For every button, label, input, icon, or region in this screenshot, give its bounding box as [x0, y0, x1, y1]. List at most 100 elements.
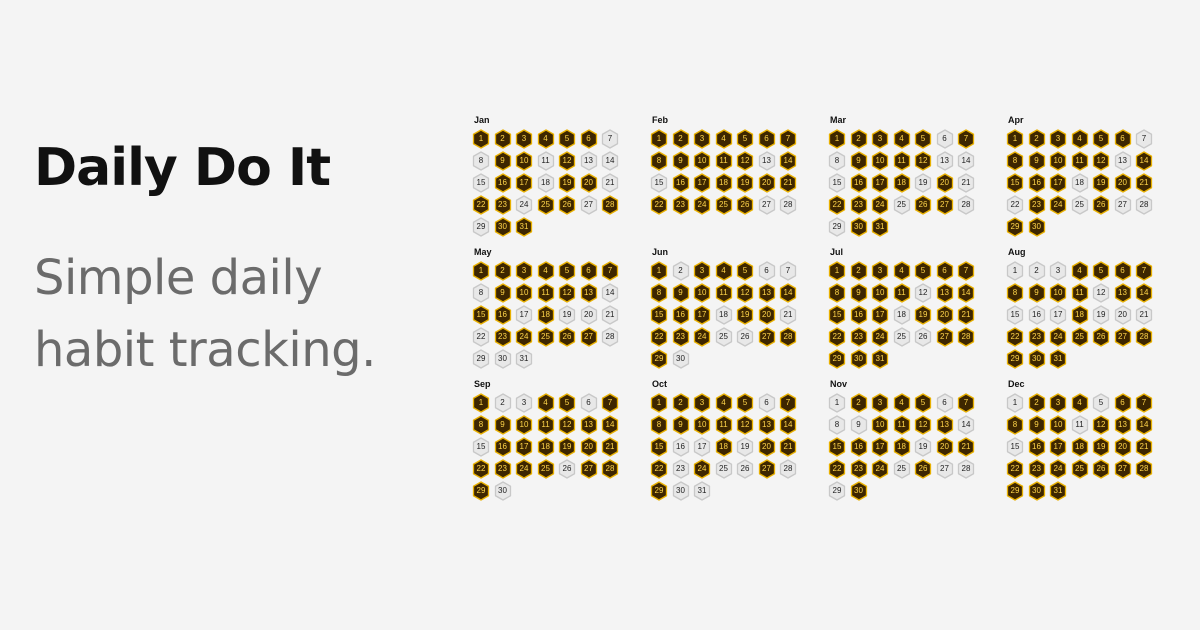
day-hex[interactable]: 26: [558, 327, 576, 347]
day-hex[interactable]: 26: [914, 195, 932, 215]
day-hex[interactable]: 8: [650, 415, 668, 435]
day-hex[interactable]: 21: [1135, 437, 1153, 457]
day-hex[interactable]: 17: [1049, 173, 1067, 193]
day-hex[interactable]: 6: [936, 129, 954, 149]
day-hex[interactable]: 3: [515, 129, 533, 149]
day-hex[interactable]: 31: [871, 217, 889, 237]
day-hex[interactable]: 2: [494, 129, 512, 149]
day-hex[interactable]: 21: [601, 437, 619, 457]
day-hex[interactable]: 5: [736, 261, 754, 281]
day-hex[interactable]: 23: [1028, 195, 1046, 215]
day-hex[interactable]: 18: [537, 305, 555, 325]
day-hex[interactable]: 9: [672, 415, 690, 435]
day-hex[interactable]: 30: [850, 349, 868, 369]
day-hex[interactable]: 19: [1092, 305, 1110, 325]
day-hex[interactable]: 10: [871, 151, 889, 171]
day-hex[interactable]: 24: [515, 195, 533, 215]
day-hex[interactable]: 24: [515, 459, 533, 479]
day-hex[interactable]: 14: [779, 283, 797, 303]
day-hex[interactable]: 3: [871, 393, 889, 413]
day-hex[interactable]: 2: [1028, 129, 1046, 149]
day-hex[interactable]: 26: [1092, 195, 1110, 215]
day-hex[interactable]: 12: [914, 415, 932, 435]
day-hex[interactable]: 2: [1028, 393, 1046, 413]
day-hex[interactable]: 6: [758, 129, 776, 149]
day-hex[interactable]: 19: [558, 305, 576, 325]
day-hex[interactable]: 22: [828, 459, 846, 479]
day-hex[interactable]: 14: [957, 151, 975, 171]
day-hex[interactable]: 7: [1135, 129, 1153, 149]
day-hex[interactable]: 12: [914, 283, 932, 303]
day-hex[interactable]: 28: [779, 459, 797, 479]
day-hex[interactable]: 19: [914, 305, 932, 325]
day-hex[interactable]: 21: [601, 173, 619, 193]
day-hex[interactable]: 25: [715, 327, 733, 347]
day-hex[interactable]: 24: [693, 327, 711, 347]
day-hex[interactable]: 18: [1071, 437, 1089, 457]
day-hex[interactable]: 12: [736, 415, 754, 435]
day-hex[interactable]: 3: [693, 261, 711, 281]
day-hex[interactable]: 27: [580, 327, 598, 347]
day-hex[interactable]: 6: [1114, 129, 1132, 149]
day-hex[interactable]: 7: [601, 393, 619, 413]
day-hex[interactable]: 13: [936, 151, 954, 171]
day-hex[interactable]: 3: [871, 129, 889, 149]
day-hex[interactable]: 10: [515, 151, 533, 171]
day-hex[interactable]: 20: [936, 305, 954, 325]
day-hex[interactable]: 16: [850, 173, 868, 193]
day-hex[interactable]: 15: [1006, 173, 1024, 193]
day-hex[interactable]: 5: [558, 129, 576, 149]
day-hex[interactable]: 3: [1049, 129, 1067, 149]
day-hex[interactable]: 7: [957, 261, 975, 281]
day-hex[interactable]: 13: [1114, 415, 1132, 435]
day-hex[interactable]: 9: [850, 151, 868, 171]
day-hex[interactable]: 22: [472, 459, 490, 479]
day-hex[interactable]: 1: [472, 393, 490, 413]
day-hex[interactable]: 19: [558, 437, 576, 457]
day-hex[interactable]: 1: [1006, 393, 1024, 413]
day-hex[interactable]: 1: [650, 393, 668, 413]
day-hex[interactable]: 13: [936, 415, 954, 435]
day-hex[interactable]: 21: [779, 305, 797, 325]
day-hex[interactable]: 24: [871, 459, 889, 479]
day-hex[interactable]: 20: [936, 437, 954, 457]
day-hex[interactable]: 30: [672, 481, 690, 501]
day-hex[interactable]: 17: [1049, 305, 1067, 325]
day-hex[interactable]: 1: [828, 129, 846, 149]
day-hex[interactable]: 29: [472, 349, 490, 369]
day-hex[interactable]: 4: [1071, 129, 1089, 149]
day-hex[interactable]: 16: [1028, 437, 1046, 457]
day-hex[interactable]: 7: [601, 129, 619, 149]
day-hex[interactable]: 13: [580, 415, 598, 435]
day-hex[interactable]: 8: [472, 151, 490, 171]
day-hex[interactable]: 4: [537, 261, 555, 281]
day-hex[interactable]: 21: [957, 305, 975, 325]
day-hex[interactable]: 8: [650, 151, 668, 171]
day-hex[interactable]: 8: [828, 415, 846, 435]
day-hex[interactable]: 21: [1135, 305, 1153, 325]
day-hex[interactable]: 12: [558, 151, 576, 171]
day-hex[interactable]: 25: [715, 459, 733, 479]
day-hex[interactable]: 12: [914, 151, 932, 171]
day-hex[interactable]: 5: [1092, 129, 1110, 149]
day-hex[interactable]: 27: [758, 459, 776, 479]
day-hex[interactable]: 22: [472, 327, 490, 347]
day-hex[interactable]: 14: [957, 283, 975, 303]
day-hex[interactable]: 22: [1006, 459, 1024, 479]
day-hex[interactable]: 26: [558, 459, 576, 479]
day-hex[interactable]: 30: [494, 349, 512, 369]
day-hex[interactable]: 5: [914, 393, 932, 413]
day-hex[interactable]: 6: [580, 261, 598, 281]
day-hex[interactable]: 17: [871, 305, 889, 325]
day-hex[interactable]: 28: [1135, 195, 1153, 215]
day-hex[interactable]: 13: [758, 151, 776, 171]
day-hex[interactable]: 19: [914, 173, 932, 193]
day-hex[interactable]: 11: [715, 415, 733, 435]
day-hex[interactable]: 23: [494, 459, 512, 479]
day-hex[interactable]: 4: [537, 393, 555, 413]
day-hex[interactable]: 1: [1006, 261, 1024, 281]
day-hex[interactable]: 22: [650, 459, 668, 479]
day-hex[interactable]: 31: [693, 481, 711, 501]
day-hex[interactable]: 29: [1006, 481, 1024, 501]
day-hex[interactable]: 20: [580, 305, 598, 325]
